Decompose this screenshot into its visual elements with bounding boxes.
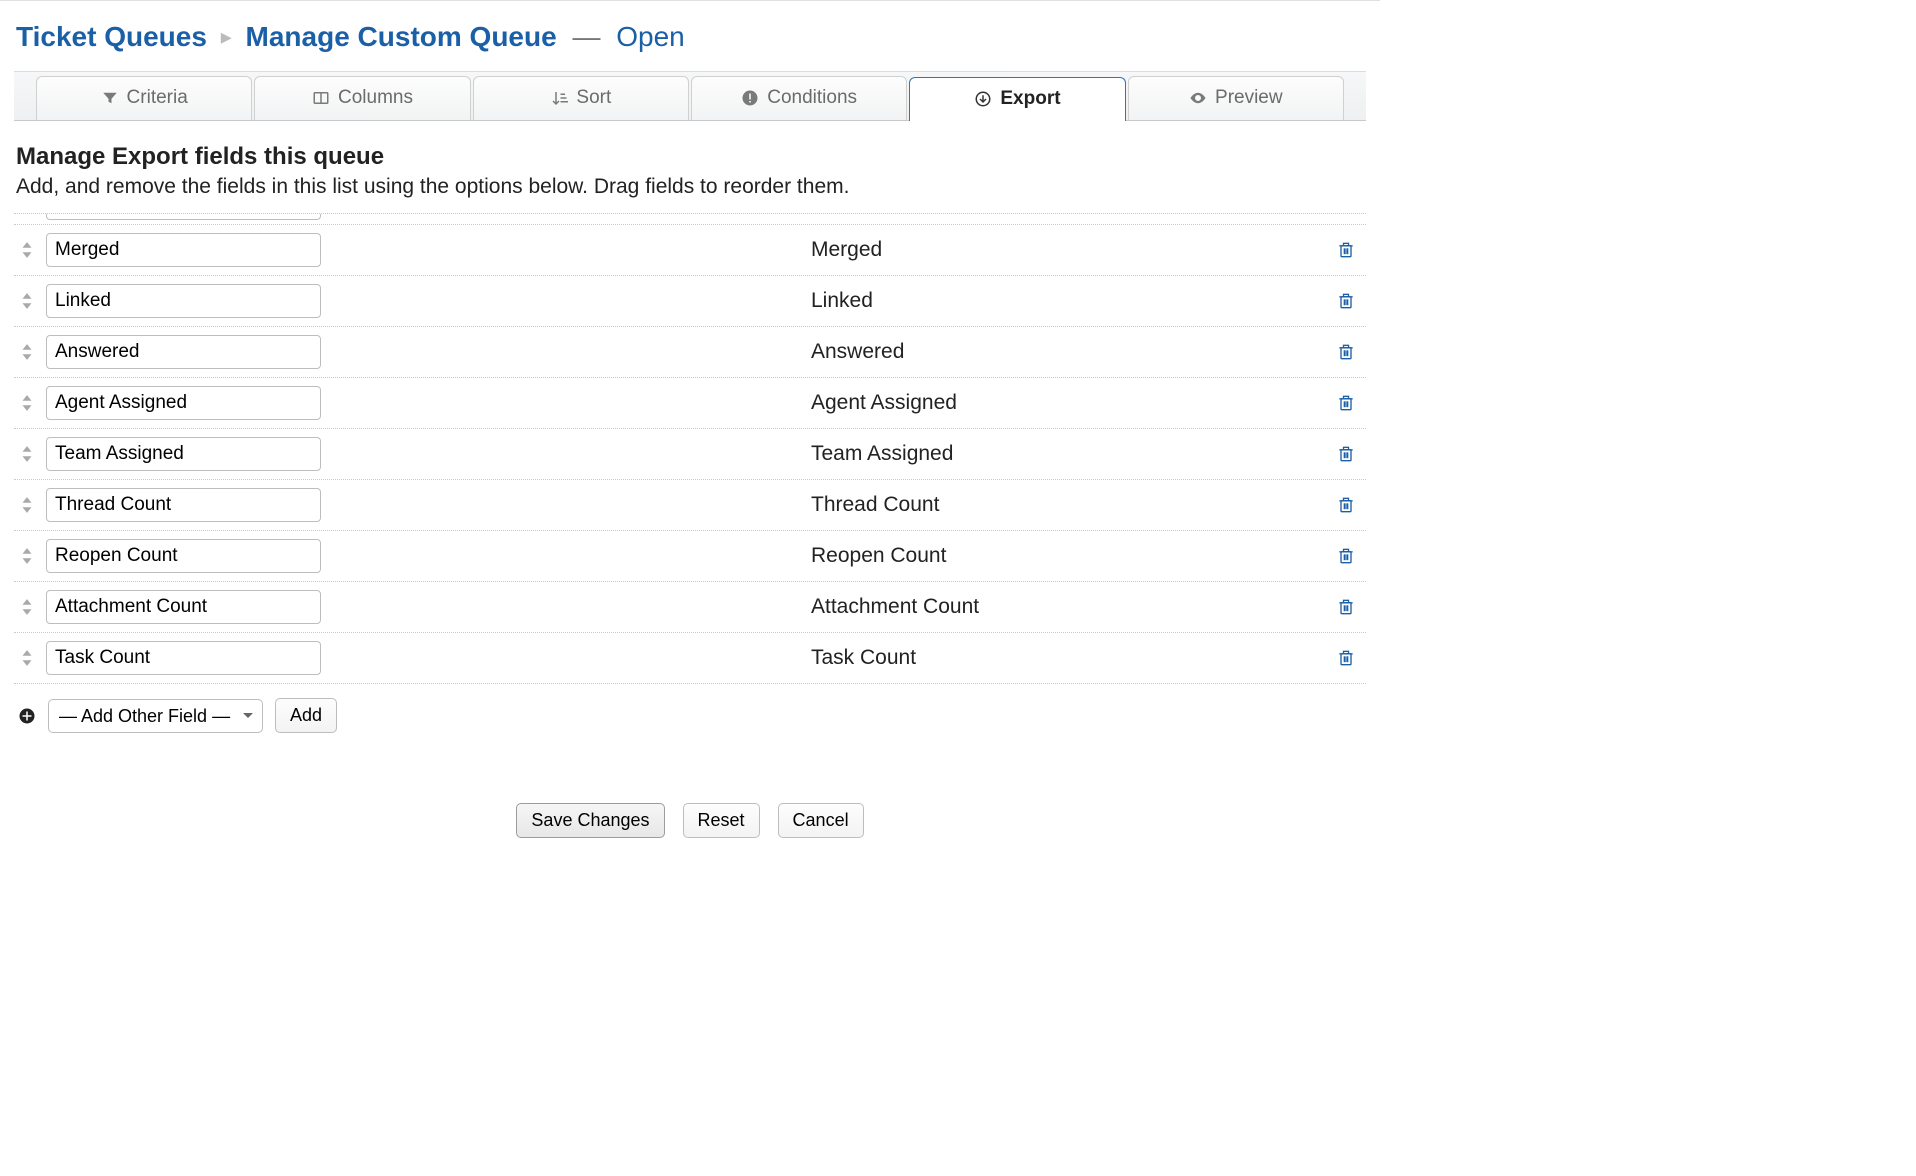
- field-heading-input[interactable]: [46, 590, 321, 624]
- field-heading-input[interactable]: [46, 539, 321, 573]
- tab-sort[interactable]: Sort: [473, 76, 689, 120]
- eye-icon: [1189, 89, 1207, 107]
- tab-label: Criteria: [127, 87, 188, 109]
- cancel-button[interactable]: Cancel: [778, 803, 864, 838]
- breadcrumb: Ticket Queues ▸ Manage Custom Queue — Op…: [14, 21, 1366, 53]
- save-changes-button[interactable]: Save Changes: [516, 803, 664, 838]
- field-heading-input[interactable]: [46, 284, 321, 318]
- field-row: Thread Count: [14, 480, 1366, 531]
- tab-criteria[interactable]: Criteria: [36, 76, 252, 120]
- field-heading-input[interactable]: [46, 437, 321, 471]
- trash-icon[interactable]: [1336, 597, 1362, 617]
- drag-handle-icon[interactable]: [18, 343, 36, 361]
- tab-bar: Criteria Columns Sort Conditions Export Previ…: [14, 71, 1366, 121]
- field-heading-input[interactable]: [46, 641, 321, 675]
- chevron-right-icon: ▸: [221, 24, 232, 49]
- field-source-label: Agent Assigned: [811, 391, 1326, 415]
- warning-icon: [741, 89, 759, 107]
- field-source-label: Answered: [811, 340, 1326, 364]
- drag-handle-icon[interactable]: [18, 598, 36, 616]
- drag-handle-icon[interactable]: [18, 496, 36, 514]
- drag-handle-icon[interactable]: [18, 445, 36, 463]
- breadcrumb-current: Manage Custom Queue: [246, 21, 557, 52]
- tab-export[interactable]: Export: [909, 77, 1125, 121]
- section-title: Manage Export fields this queue: [16, 143, 1366, 171]
- drag-handle-icon[interactable]: [18, 241, 36, 259]
- tab-label: Export: [1000, 88, 1060, 110]
- field-heading-input[interactable]: [46, 233, 321, 267]
- export-fields-table: Merged Linked Answered Agent Assigned Team A…: [14, 213, 1366, 684]
- tab-label: Sort: [576, 87, 611, 109]
- tab-label: Columns: [338, 87, 413, 109]
- trash-icon[interactable]: [1336, 495, 1362, 515]
- trash-icon[interactable]: [1336, 648, 1362, 668]
- plus-circle-icon: [18, 707, 36, 725]
- trash-icon[interactable]: [1336, 342, 1362, 362]
- form-actions: Save Changes Reset Cancel: [14, 803, 1366, 838]
- tab-label: Preview: [1215, 87, 1283, 109]
- tab-conditions[interactable]: Conditions: [691, 76, 907, 120]
- trash-icon[interactable]: [1336, 291, 1362, 311]
- field-row: Merged: [14, 225, 1366, 276]
- drag-handle-icon[interactable]: [18, 292, 36, 310]
- reset-button[interactable]: Reset: [683, 803, 760, 838]
- field-row: Linked: [14, 276, 1366, 327]
- partial-row: [14, 214, 1366, 225]
- field-row: Task Count: [14, 633, 1366, 684]
- drag-handle-icon[interactable]: [18, 649, 36, 667]
- field-source-label: Task Count: [811, 646, 1326, 670]
- field-source-label: Thread Count: [811, 493, 1326, 517]
- columns-icon: [312, 89, 330, 107]
- sort-icon: [550, 89, 568, 107]
- field-source-label: Linked: [811, 289, 1326, 313]
- add-button[interactable]: Add: [275, 698, 337, 733]
- download-icon: [974, 90, 992, 108]
- add-other-field-select[interactable]: — Add Other Field —: [48, 699, 263, 733]
- field-source-label: Attachment Count: [811, 595, 1326, 619]
- breadcrumb-separator: —: [572, 21, 600, 52]
- tab-label: Conditions: [767, 87, 857, 109]
- field-source-label: Reopen Count: [811, 544, 1326, 568]
- tab-preview[interactable]: Preview: [1128, 76, 1344, 120]
- drag-handle-icon[interactable]: [18, 394, 36, 412]
- queue-status: Open: [616, 21, 685, 52]
- field-heading-input[interactable]: [46, 335, 321, 369]
- field-row: Answered: [14, 327, 1366, 378]
- filter-icon: [101, 89, 119, 107]
- tab-columns[interactable]: Columns: [254, 76, 470, 120]
- field-row: Agent Assigned: [14, 378, 1366, 429]
- trash-icon[interactable]: [1336, 444, 1362, 464]
- section-description: Add, and remove the fields in this list …: [16, 175, 1366, 199]
- field-source-label: Merged: [811, 238, 1326, 262]
- trash-icon[interactable]: [1336, 546, 1362, 566]
- field-row: Reopen Count: [14, 531, 1366, 582]
- drag-handle-icon[interactable]: [18, 547, 36, 565]
- field-row: Attachment Count: [14, 582, 1366, 633]
- trash-icon[interactable]: [1336, 240, 1362, 260]
- field-heading-input[interactable]: [46, 488, 321, 522]
- field-row: Team Assigned: [14, 429, 1366, 480]
- add-field-row: — Add Other Field — Add: [14, 684, 1366, 733]
- field-source-label: Team Assigned: [811, 442, 1326, 466]
- breadcrumb-root-link[interactable]: Ticket Queues: [16, 21, 207, 52]
- trash-icon[interactable]: [1336, 393, 1362, 413]
- field-heading-input[interactable]: [46, 386, 321, 420]
